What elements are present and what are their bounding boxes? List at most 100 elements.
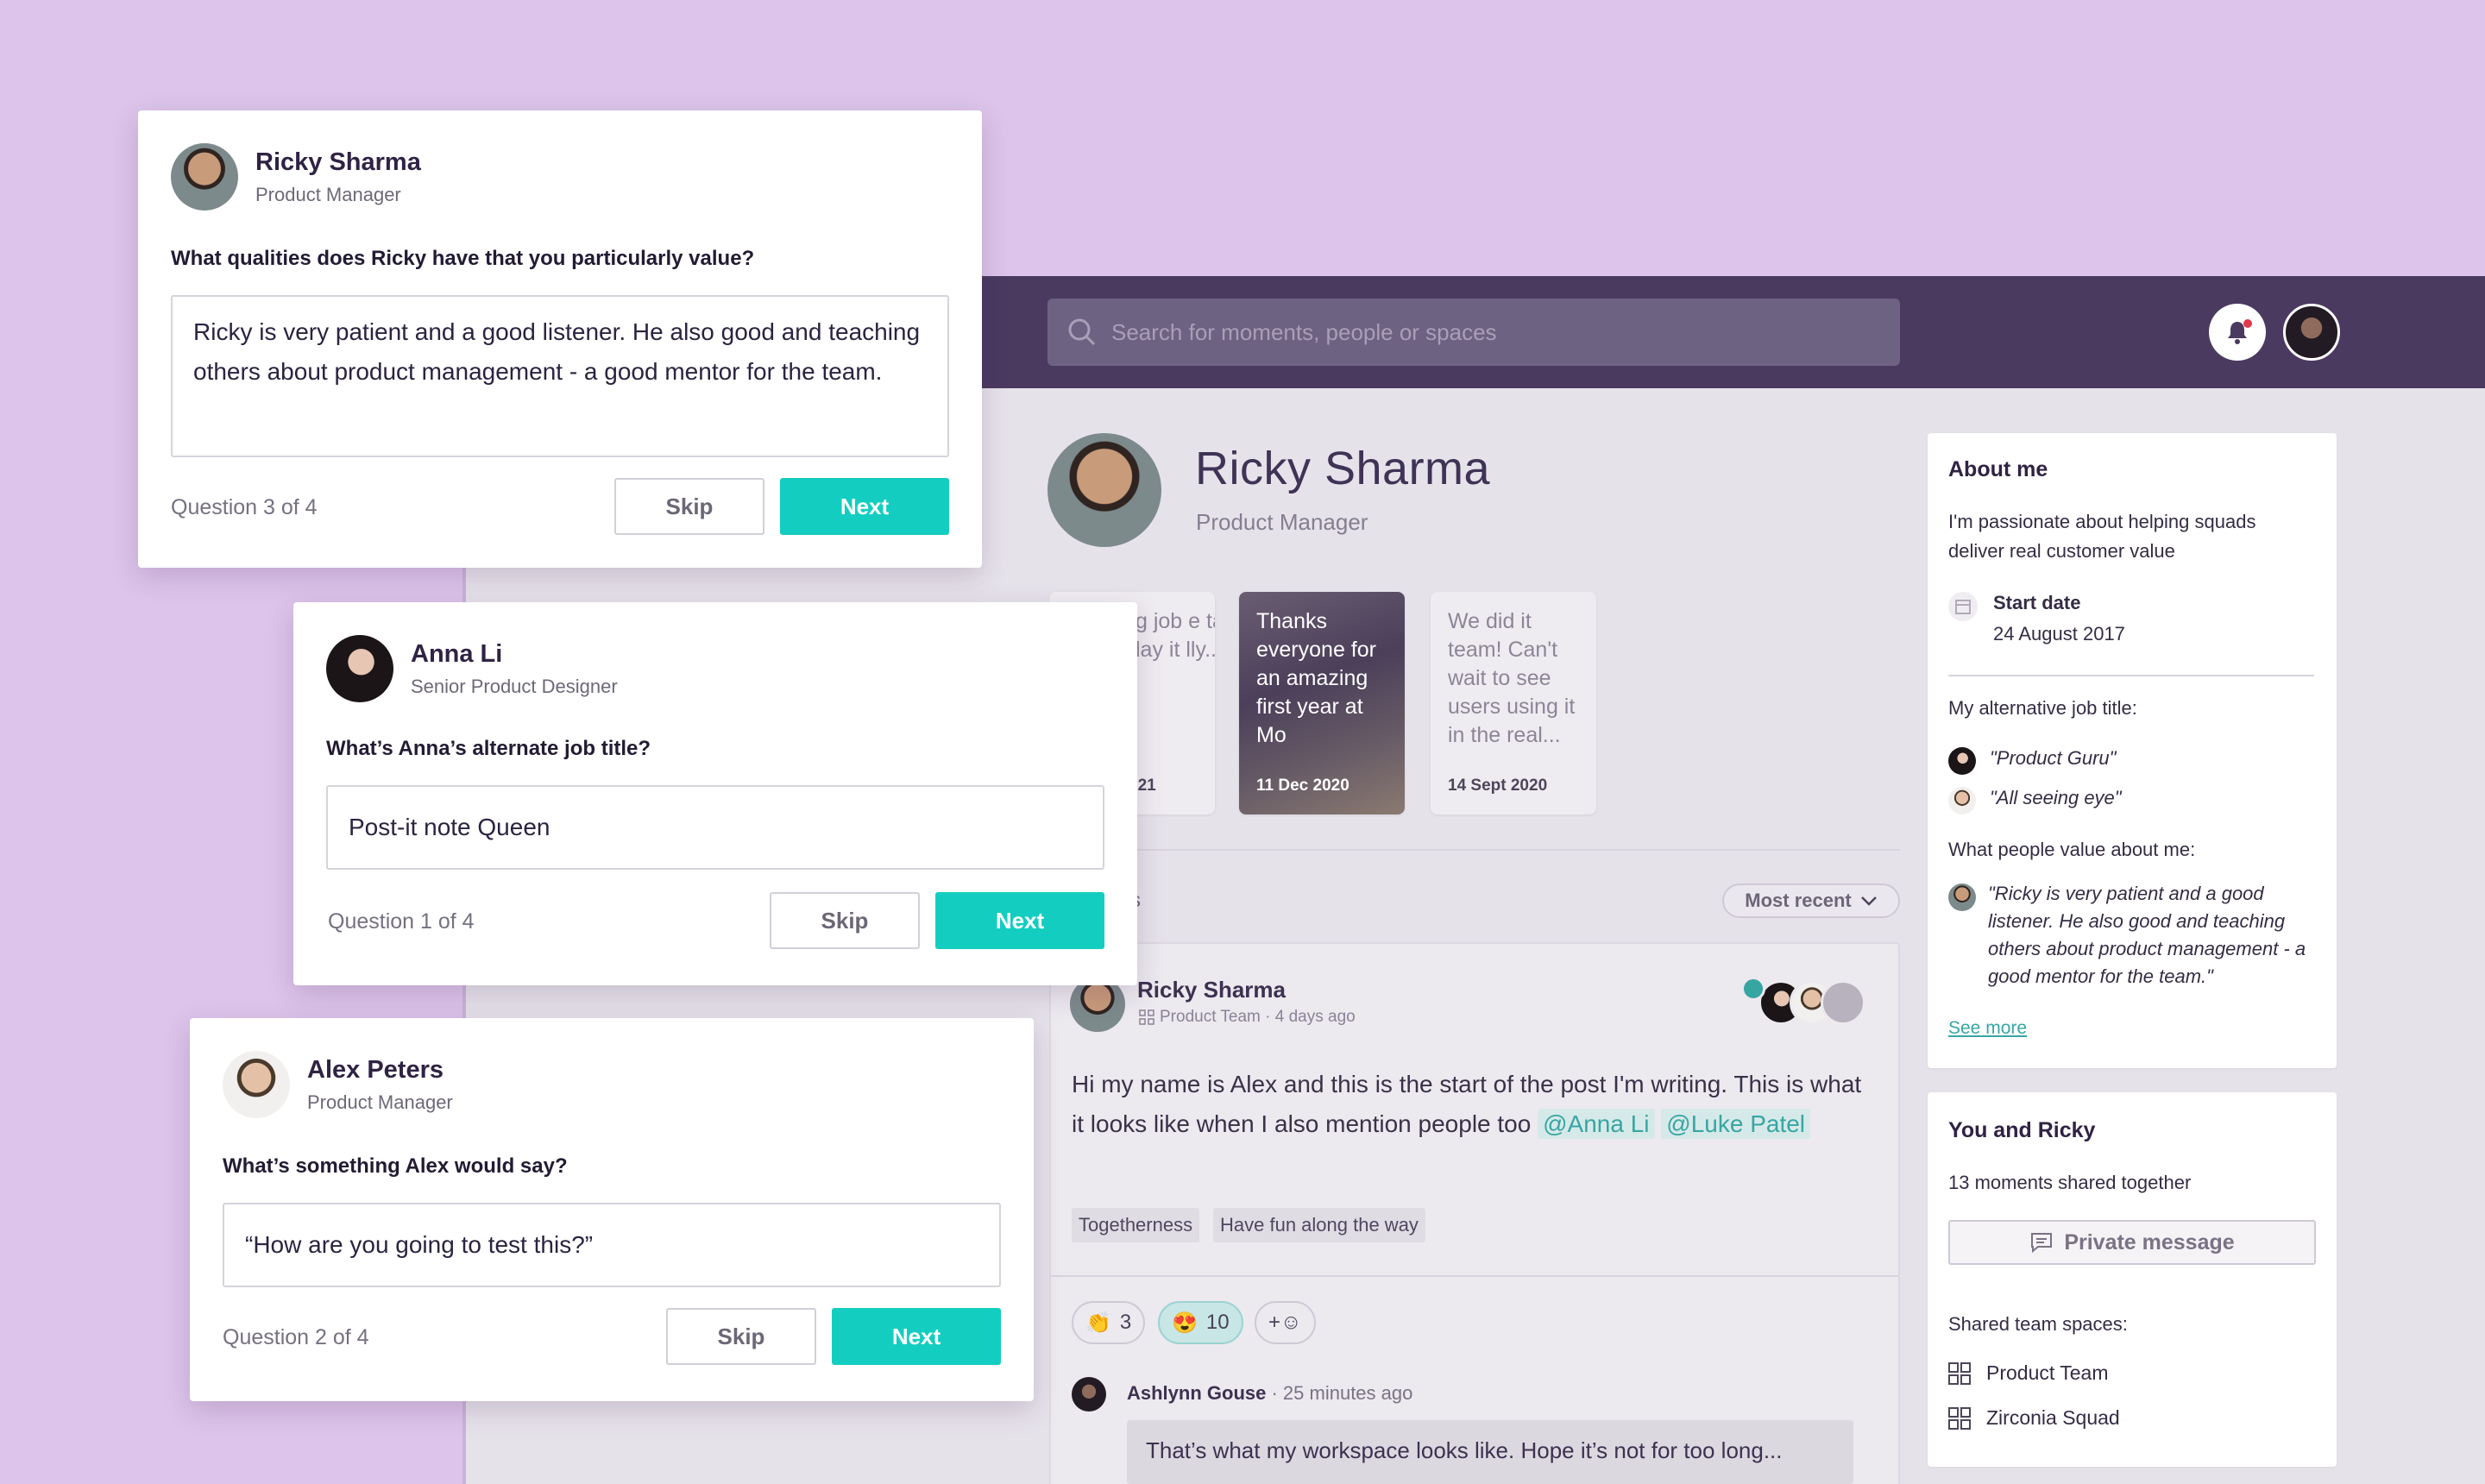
alt-title: "All seeing eye"	[1990, 787, 2122, 808]
search-input[interactable]	[1111, 318, 1888, 346]
card-question: What’s Anna’s alternate job title?	[326, 737, 651, 760]
card-header: Ricky Sharma Product Manager	[171, 143, 421, 211]
moment-date: 11 Dec 2020	[1256, 777, 1349, 795]
you-and-title: You and Ricky	[1948, 1118, 2096, 1142]
see-more-link[interactable]: See more	[1948, 1018, 2027, 1039]
space-item[interactable]: Zirconia Squad	[1948, 1406, 2120, 1430]
divider	[1049, 849, 1900, 851]
next-button[interactable]: Next	[780, 478, 949, 535]
alt-title-avatar	[1948, 747, 1976, 775]
start-date: 24 August 2017	[1993, 623, 2125, 645]
moment-text: We did it team! Can't wait to see users …	[1448, 609, 1576, 747]
card-name: Ricky Sharma	[255, 148, 421, 176]
comment-header: Ashlynn Gouse · 25 minutes ago	[1127, 1382, 1412, 1405]
card-header: Alex Peters Product Manager	[223, 1051, 453, 1118]
post-body: Hi my name is Alex and this is the start…	[1072, 1065, 1865, 1144]
card-header: Anna Li Senior Product Designer	[326, 635, 618, 702]
profile-role: Product Manager	[1196, 509, 1368, 535]
participant-avatar	[1821, 980, 1865, 1025]
profile-avatar	[1047, 433, 1161, 547]
skip-button[interactable]: Skip	[614, 478, 764, 535]
alt-title: "Product Guru"	[1990, 747, 2117, 769]
card-question: What’s something Alex would say?	[223, 1154, 568, 1178]
shared-moments: 13 moments shared together	[1948, 1172, 2192, 1193]
card-avatar	[171, 143, 238, 211]
value-avatar	[1948, 883, 1976, 911]
alt-title-avatar	[1948, 787, 1976, 814]
comment-author-name[interactable]: Ashlynn Gouse	[1127, 1382, 1266, 1404]
notifications-button[interactable]	[2209, 304, 2266, 361]
profile-name: Ricky Sharma	[1195, 443, 1491, 494]
about-bio: I'm passionate about helping squads deli…	[1948, 511, 2256, 562]
card-role: Product Manager	[307, 1091, 453, 1113]
post-participants	[1741, 977, 1871, 1025]
notification-dot	[2243, 319, 2252, 328]
card-role: Senior Product Designer	[411, 675, 618, 697]
skip-button[interactable]: Skip	[666, 1308, 816, 1365]
heart-eyes-icon: 😍	[1172, 1311, 1198, 1335]
next-button[interactable]: Next	[935, 892, 1104, 949]
card-name: Anna Li	[411, 639, 503, 668]
divider	[1051, 1275, 1898, 1277]
reaction-count: 10	[1205, 1311, 1230, 1334]
moment-card[interactable]: Thanks everyone for an amazing first yea…	[1239, 592, 1405, 814]
sort-dropdown[interactable]: Most recent	[1722, 883, 1900, 918]
moment-date: 14 Sept 2020	[1448, 777, 1548, 795]
space-item[interactable]: Product Team	[1948, 1361, 2108, 1385]
reaction-count: 3	[1119, 1311, 1132, 1334]
card-question: What qualities does Ricky have that you …	[171, 247, 755, 270]
chevron-down-icon	[1860, 896, 1877, 906]
private-message-button[interactable]: Private message	[1948, 1220, 2316, 1265]
card-avatar	[326, 635, 393, 702]
space-name: Product Team	[1986, 1361, 2109, 1384]
question-progress: Question 3 of 4	[171, 495, 318, 519]
post-tag[interactable]: Togetherness	[1072, 1208, 1200, 1242]
value-quote: "Ricky is very patient and a good listen…	[1988, 883, 2306, 987]
question-progress: Question 2 of 4	[223, 1325, 369, 1349]
post-author-name[interactable]: Ricky Sharma	[1137, 977, 1286, 1003]
value-heading: What people value about me:	[1948, 839, 2196, 860]
grid-icon	[1139, 1009, 1154, 1025]
grid-icon	[1948, 1361, 1971, 1385]
next-button[interactable]: Next	[832, 1308, 1001, 1365]
moment-text: g job e tation lay it lly...	[1136, 609, 1215, 662]
answer-input[interactable]: Ricky is very patient and a good listene…	[171, 295, 949, 457]
card-name: Alex Peters	[307, 1055, 444, 1084]
comment-time: · 25 minutes ago	[1271, 1382, 1413, 1404]
tag-icon	[1741, 977, 1765, 1001]
comment-avatar[interactable]	[1072, 1377, 1106, 1412]
mention-link[interactable]: @Luke Patel	[1661, 1109, 1811, 1139]
card-role: Product Manager	[255, 183, 401, 205]
reaction-clap[interactable]: 👏 3	[1072, 1301, 1146, 1344]
private-message-label: Private message	[2064, 1229, 2235, 1254]
divider	[1948, 675, 2314, 676]
survey-card: Anna Li Senior Product Designer What’s A…	[293, 602, 1137, 985]
mention-link[interactable]: @Anna Li	[1538, 1109, 1655, 1139]
alt-title-heading: My alternative job title:	[1948, 697, 2137, 719]
add-emoji-icon: +☺	[1268, 1311, 1302, 1334]
space-name: Zirconia Squad	[1986, 1406, 2120, 1429]
moment-text: Thanks everyone for an amazing first yea…	[1256, 609, 1376, 747]
survey-card: Alex Peters Product Manager What’s somet…	[190, 1018, 1034, 1401]
about-title: About me	[1948, 457, 2048, 481]
search-bar[interactable]	[1047, 299, 1900, 366]
card-avatar	[223, 1051, 290, 1118]
post-tag[interactable]: Have fun along the way	[1213, 1208, 1425, 1242]
moment-card[interactable]: We did it team! Can't wait to see users …	[1431, 592, 1596, 814]
start-date-label: Start date	[1993, 592, 2081, 613]
answer-input[interactable]: “How are you going to test this?”	[223, 1203, 1001, 1287]
calendar-icon	[1948, 592, 1978, 621]
message-icon	[2031, 1233, 2053, 1254]
user-avatar[interactable]	[2283, 304, 2340, 361]
post-meta: Product Team · 4 days ago	[1139, 1008, 1356, 1027]
comment-text: That’s what my workspace looks like. Hop…	[1127, 1420, 1853, 1484]
survey-card: Ricky Sharma Product Manager What qualit…	[138, 110, 982, 568]
post-meta-text: Product Team · 4 days ago	[1160, 1008, 1356, 1026]
add-reaction-button[interactable]: +☺	[1255, 1301, 1316, 1344]
reaction-heart-eyes[interactable]: 😍 10	[1158, 1301, 1243, 1344]
question-progress: Question 1 of 4	[328, 909, 475, 934]
spaces-heading: Shared team spaces:	[1948, 1313, 2128, 1335]
search-icon	[1068, 318, 1096, 346]
skip-button[interactable]: Skip	[770, 892, 920, 949]
answer-input[interactable]: Post-it note Queen	[326, 785, 1104, 870]
